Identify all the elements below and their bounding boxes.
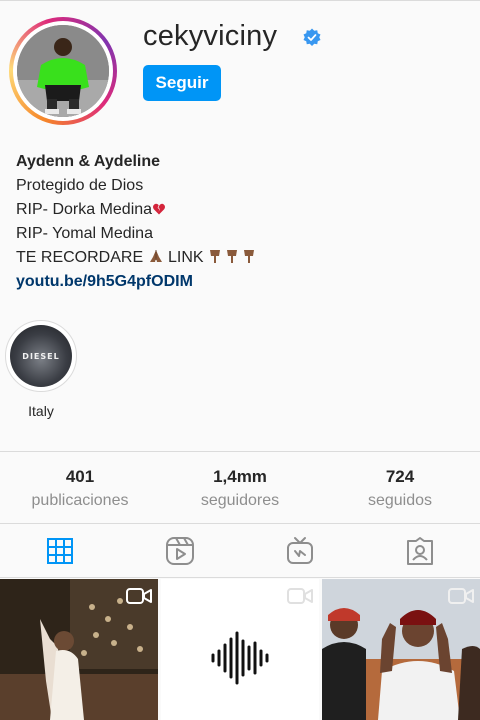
stat-value: 724 bbox=[385, 467, 415, 486]
stat-value: 1,4mm bbox=[213, 467, 267, 486]
username: cekyviciny bbox=[143, 20, 278, 52]
highlight-cover: DIESEL bbox=[10, 325, 72, 387]
profile-stats: 401 publicaciones 1,4mm seguidores 724 s… bbox=[0, 451, 480, 524]
bio-line: TE RECORDARE bbox=[16, 249, 144, 266]
grid-icon bbox=[47, 537, 73, 564]
tab-posts[interactable] bbox=[0, 524, 120, 577]
posts-grid bbox=[0, 579, 480, 720]
stat-followers[interactable]: 1,4mm seguidores bbox=[160, 452, 320, 523]
tagged-icon bbox=[407, 536, 433, 565]
video-camera-icon bbox=[126, 588, 152, 604]
broken-heart-icon bbox=[153, 203, 166, 215]
post-thumbnail[interactable] bbox=[0, 579, 158, 720]
bio-line: RIP- Dorka Medina bbox=[16, 201, 153, 218]
bio-line: LINK bbox=[168, 249, 204, 266]
follow-button[interactable]: Seguir bbox=[143, 65, 221, 101]
verified-badge-icon bbox=[303, 28, 321, 46]
pointing-down-icon bbox=[210, 250, 255, 263]
bio-line: Protegido de Dios bbox=[16, 177, 144, 194]
video-camera-icon bbox=[448, 588, 474, 604]
story-highlight[interactable]: DIESEL bbox=[5, 320, 77, 392]
tab-igtv[interactable] bbox=[240, 524, 360, 577]
stat-label: seguidos bbox=[367, 492, 433, 509]
post-thumbnail[interactable] bbox=[161, 579, 319, 720]
highlight-label[interactable]: Italy bbox=[5, 403, 77, 419]
display-name: Aydenn & Aydeline bbox=[16, 153, 161, 170]
igtv-icon bbox=[287, 536, 313, 564]
post-thumbnail[interactable] bbox=[322, 579, 480, 720]
video-camera-icon bbox=[287, 588, 313, 604]
praying-hands-icon bbox=[149, 250, 162, 262]
bio-line: RIP- Yomal Medina bbox=[16, 225, 153, 242]
reels-icon bbox=[166, 536, 194, 565]
top-divider bbox=[0, 0, 480, 4]
profile-bio: Aydenn & Aydeline Protegido de Dios RIP-… bbox=[16, 150, 258, 294]
tab-reels[interactable] bbox=[120, 524, 240, 577]
avatar-photo bbox=[17, 25, 109, 117]
profile-avatar[interactable] bbox=[9, 17, 117, 125]
profile-tabs bbox=[0, 524, 480, 578]
stat-following[interactable]: 724 seguidos bbox=[320, 452, 480, 523]
bio-link[interactable]: youtu.be/9h5G4pfODIM bbox=[16, 273, 193, 290]
stat-label: seguidores bbox=[200, 492, 280, 509]
stat-label: publicaciones bbox=[31, 492, 129, 509]
stat-posts[interactable]: 401 publicaciones bbox=[0, 452, 160, 523]
highlight-cover-text: DIESEL bbox=[22, 352, 60, 361]
stat-value: 401 bbox=[65, 467, 95, 486]
tab-tagged[interactable] bbox=[360, 524, 480, 577]
